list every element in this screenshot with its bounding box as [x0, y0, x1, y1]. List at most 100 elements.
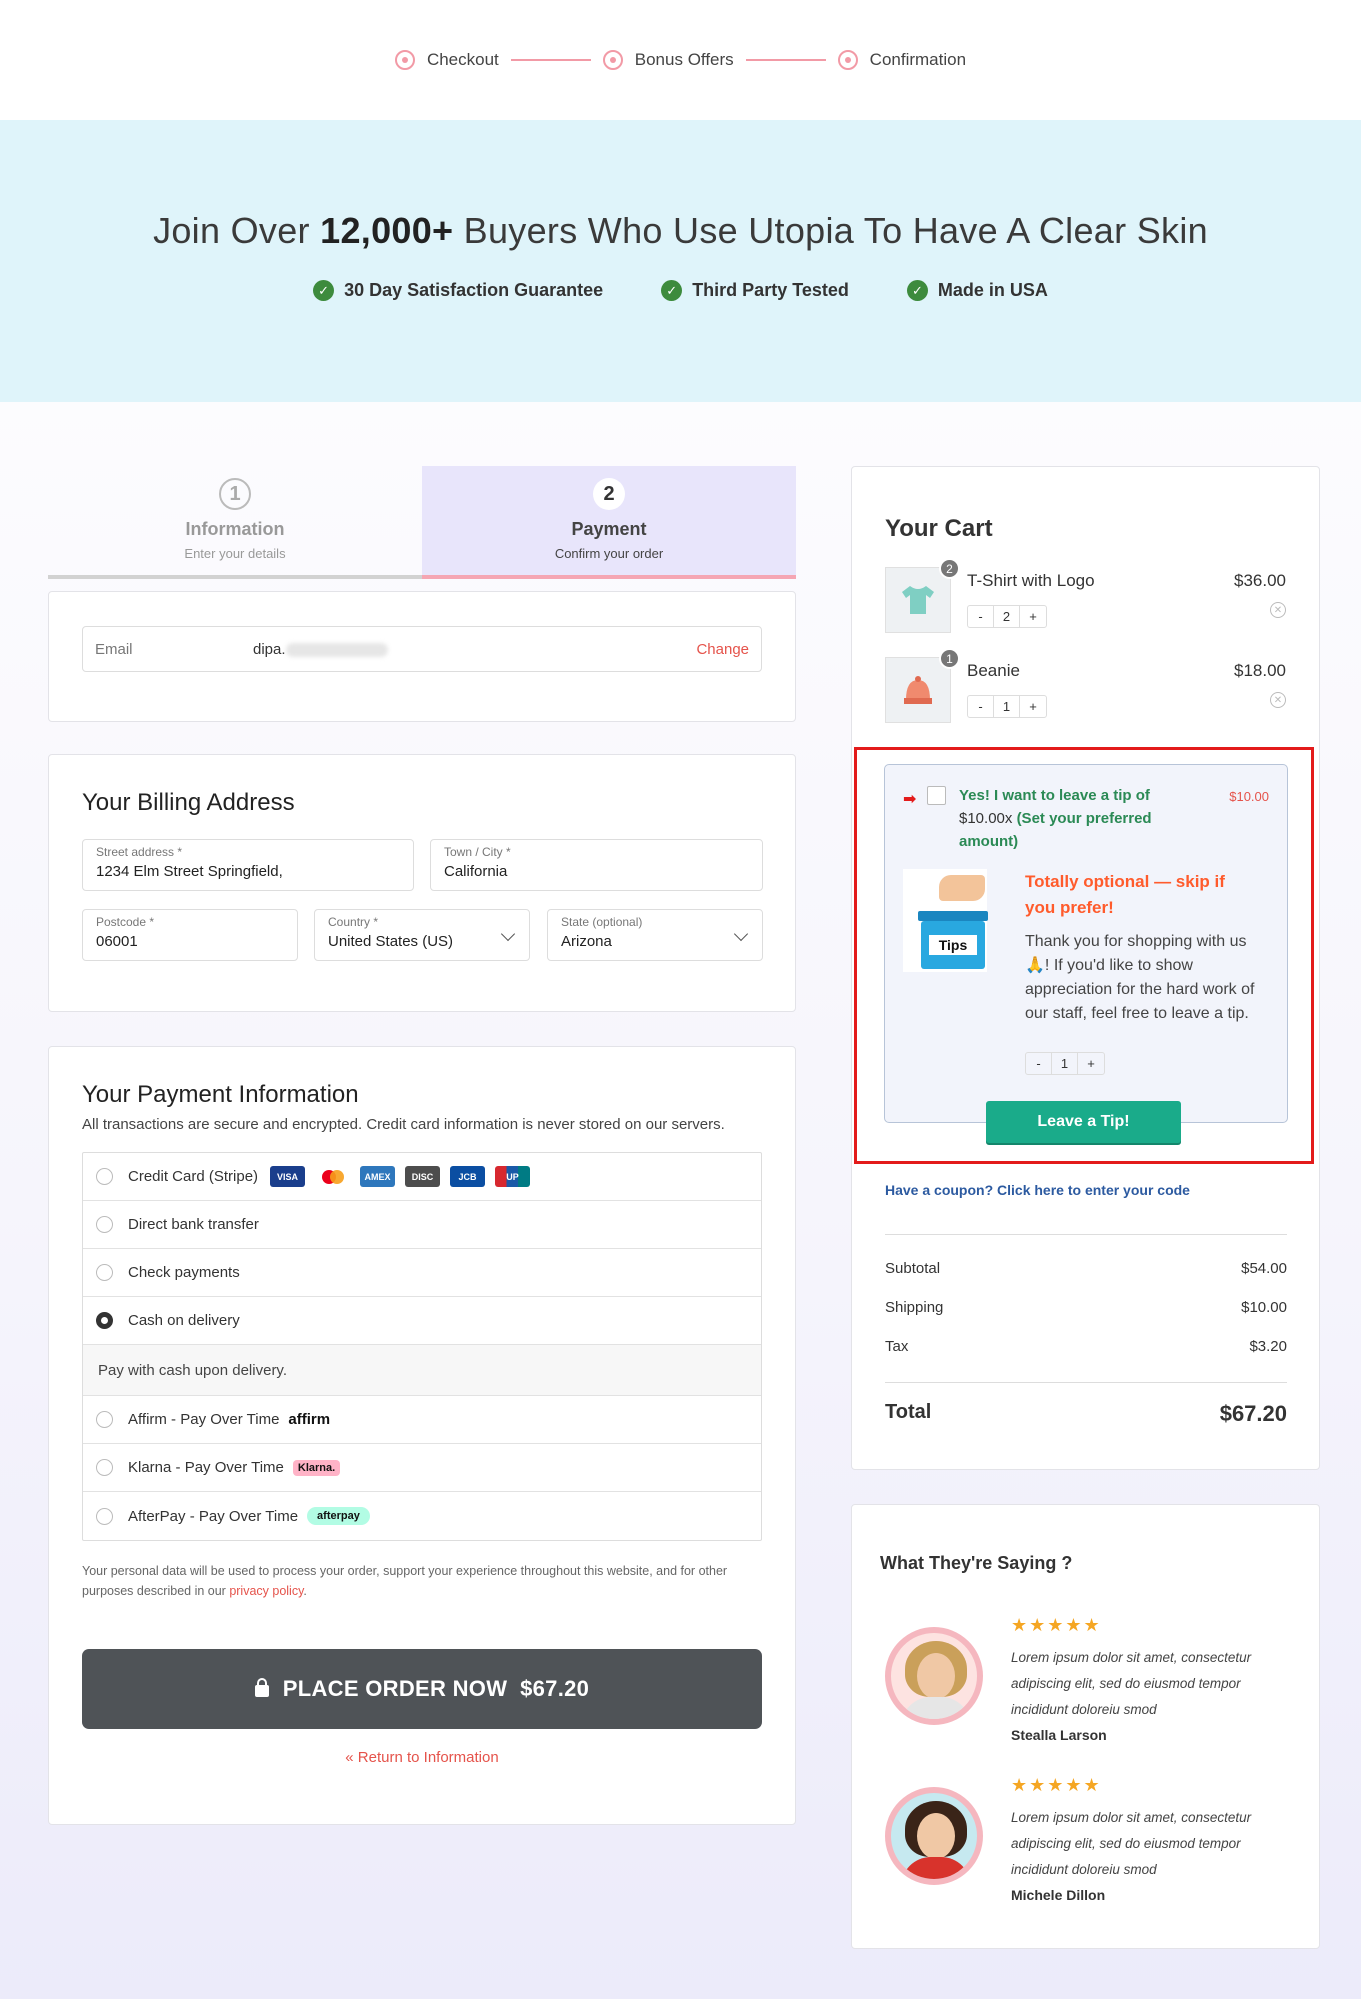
increment-button[interactable]: +	[1020, 696, 1046, 717]
checkout-progress: Checkout Bonus Offers Confirmation	[0, 0, 1361, 120]
tip-offer: ➡ Yes! I want to leave a tip of $10.00x …	[884, 764, 1288, 1143]
affirm-logo: affirm	[288, 1411, 331, 1428]
cart-heading: Your Cart	[885, 515, 993, 542]
increment-button[interactable]: +	[1020, 606, 1046, 627]
email-section: Email dipa. Change	[48, 591, 796, 722]
step-dot-icon	[602, 50, 623, 70]
mastercard-icon	[315, 1166, 351, 1187]
redacted-email	[285, 642, 388, 657]
cod-note: Pay with cash upon delivery.	[83, 1345, 761, 1396]
postcode-field[interactable]: Postcode * 06001	[82, 909, 298, 961]
payment-method-klarna[interactable]: Klarna - Pay Over Time Klarna.	[83, 1444, 761, 1492]
billing-address: Your Billing Address Street address * 123…	[48, 754, 796, 1012]
beanie-thumbnail	[885, 657, 951, 723]
jcb-icon: JCB	[450, 1166, 486, 1187]
street-field[interactable]: Street address * 1234 Elm Street Springfi…	[82, 839, 414, 891]
tip-message: Thank you for shopping with us🙏! If you'…	[1025, 933, 1255, 1022]
step-connector	[745, 59, 826, 61]
item-price: $36.00	[1234, 571, 1286, 590]
visa-icon: VISA	[270, 1166, 306, 1187]
radio-button[interactable]	[96, 1168, 113, 1185]
payment-method-check[interactable]: Check payments	[83, 1249, 761, 1297]
payment-method-affirm[interactable]: Affirm - Pay Over Time affirm	[83, 1396, 761, 1444]
step-checkout: Checkout	[394, 50, 499, 70]
radio-button[interactable]	[96, 1507, 113, 1525]
check-circle-icon: ✓	[313, 280, 335, 301]
payment-method-afterpay[interactable]: AfterPay - Pay Over Time afterpay	[83, 1492, 761, 1540]
tip-quantity-stepper[interactable]: - 1 +	[1025, 1052, 1105, 1075]
billing-heading: Your Billing Address	[82, 789, 295, 816]
afterpay-logo: afterpay	[307, 1507, 370, 1525]
tip-amount: $10.00	[1229, 789, 1269, 804]
payment-heading: Your Payment Information	[82, 1081, 359, 1108]
testimonials: What They're Saying ? ★★★★★ Lorem ipsum …	[851, 1504, 1320, 1949]
divider	[885, 1234, 1287, 1235]
decrement-button[interactable]: -	[968, 606, 994, 627]
change-email-link[interactable]: Change	[696, 641, 749, 658]
remove-item-icon[interactable]: ✕	[1270, 602, 1286, 618]
item-name: T-Shirt with Logo	[967, 571, 1095, 590]
order-sidebar: Your Cart 2 T-Shirt with Logo $36.00 - 2…	[851, 466, 1320, 1949]
leave-tip-button[interactable]: Leave a Tip!	[986, 1101, 1181, 1143]
unionpay-icon: UP	[495, 1166, 531, 1187]
checkout-tabs: 1 Information Enter your details 2 Payme…	[48, 466, 796, 579]
hand-icon	[939, 875, 985, 901]
tip-title: Totally optional — skip if you prefer!	[1025, 872, 1225, 917]
city-field[interactable]: Town / City * California	[430, 839, 763, 891]
step-dot-icon	[837, 50, 858, 70]
tip-label: Yes! I want to leave a tip of $10.00x (S…	[959, 787, 1152, 850]
privacy-notice: Your personal data will be used to proce…	[82, 1564, 728, 1598]
place-order-button[interactable]: PLACE ORDER NOW $67.20	[82, 1649, 762, 1729]
quantity-stepper[interactable]: - 1 +	[967, 695, 1047, 718]
state-select[interactable]: State (optional) Arizona	[547, 909, 763, 961]
payment-method-bank[interactable]: Direct bank transfer	[83, 1201, 761, 1249]
avatar	[885, 1787, 983, 1885]
testimonial-text: Lorem ipsum dolor sit amet, consectetur …	[1011, 1650, 1252, 1717]
quantity-badge: 1	[939, 648, 960, 669]
cart-summary: Your Cart 2 T-Shirt with Logo $36.00 - 2…	[851, 466, 1320, 1470]
tips-jar-image: Tips	[903, 869, 988, 972]
return-to-information-link[interactable]: « Return to Information	[82, 1749, 762, 1766]
country-select[interactable]: Country * United States (US)	[314, 909, 530, 961]
quantity-stepper[interactable]: - 2 +	[967, 605, 1047, 628]
radio-button[interactable]	[96, 1411, 113, 1428]
testimonials-heading: What They're Saying ?	[880, 1553, 1073, 1573]
payment-method-cod[interactable]: Cash on delivery	[83, 1297, 761, 1345]
hero-title: Join Over 12,000+ Buyers Who Use Utopia …	[153, 210, 1208, 251]
testimonial-card: ★★★★★ Lorem ipsum dolor sit amet, consec…	[885, 1775, 1285, 1915]
cart-item: 1 Beanie $18.00 - 1 + ✕	[885, 648, 1286, 747]
privacy-policy-link[interactable]: privacy policy	[229, 1584, 303, 1598]
total-row: Total $67.20	[885, 1401, 1287, 1426]
testimonial-text: Lorem ipsum dolor sit amet, consectetur …	[1011, 1810, 1252, 1877]
check-circle-icon: ✓	[906, 280, 928, 301]
radio-button[interactable]	[96, 1216, 113, 1233]
arrow-right-icon: ➡	[903, 791, 917, 808]
radio-button[interactable]	[96, 1264, 113, 1281]
coupon-link[interactable]: Have a coupon? Click here to enter your …	[885, 1182, 1190, 1198]
badge-guarantee: ✓ 30 Day Satisfaction Guarantee	[313, 280, 603, 301]
radio-button[interactable]	[96, 1459, 113, 1476]
decrement-button[interactable]: -	[968, 696, 994, 717]
badge-usa: ✓ Made in USA	[906, 280, 1048, 301]
badge-tested: ✓ Third Party Tested	[661, 280, 849, 301]
shipping-row: Shipping $10.00	[885, 1299, 1287, 1316]
checkout-form: 1 Information Enter your details 2 Payme…	[48, 466, 796, 1825]
tab-information[interactable]: 1 Information Enter your details	[48, 466, 422, 579]
remove-item-icon[interactable]: ✕	[1270, 692, 1286, 708]
radio-button-selected[interactable]	[96, 1312, 113, 1329]
step-connector	[510, 59, 591, 61]
hero-banner: Join Over 12,000+ Buyers Who Use Utopia …	[0, 120, 1361, 402]
step-confirmation: Confirmation	[837, 50, 966, 70]
star-rating-icon: ★★★★★	[1011, 1615, 1102, 1635]
increment-button[interactable]: +	[1078, 1053, 1104, 1074]
testimonial-author: Stealla Larson	[1011, 1727, 1107, 1743]
payment-information: Your Payment Information All transaction…	[48, 1046, 796, 1825]
discover-icon: DISC	[405, 1166, 441, 1187]
decrement-button[interactable]: -	[1026, 1053, 1052, 1074]
payment-methods: Credit Card (Stripe) VISA AMEX DISC JCB …	[82, 1152, 762, 1541]
payment-method-stripe[interactable]: Credit Card (Stripe) VISA AMEX DISC JCB …	[83, 1153, 761, 1201]
tab-payment[interactable]: 2 Payment Confirm your order	[422, 466, 796, 579]
check-circle-icon: ✓	[661, 280, 683, 301]
lock-icon	[254, 1678, 269, 1697]
tip-checkbox[interactable]	[927, 786, 946, 805]
